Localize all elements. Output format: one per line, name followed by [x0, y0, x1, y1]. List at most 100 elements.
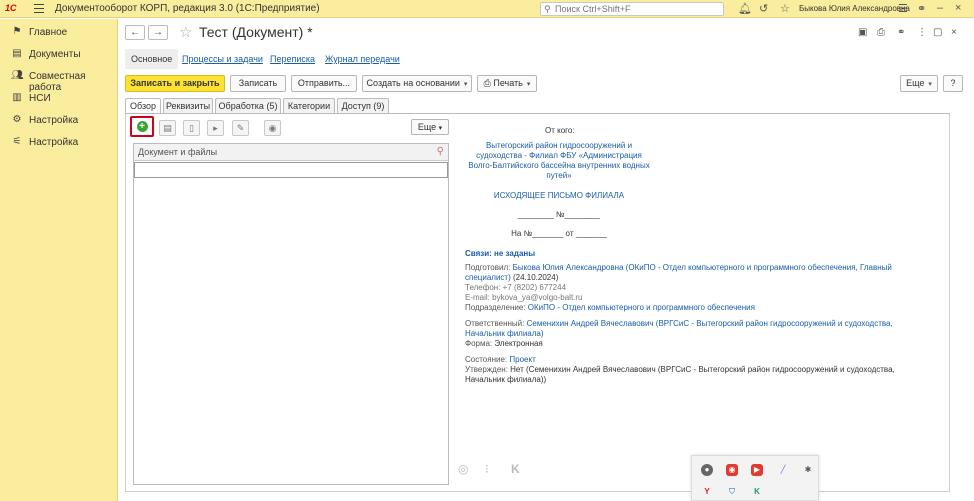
back-button[interactable]: ←: [125, 25, 145, 40]
from-label: От кого:: [545, 126, 575, 135]
plus-icon: +: [136, 121, 148, 132]
template-button[interactable]: ▯: [183, 120, 200, 136]
tab-access[interactable]: Доступ (9): [337, 98, 389, 113]
email: E-mail: bykova_ya@volgo-balt.ru: [465, 293, 583, 302]
sidebar-item-collaboration[interactable]: 👥︎ Совместная работа: [0, 66, 118, 93]
edit-file-button[interactable]: ✎: [232, 120, 249, 136]
tray-pen-icon[interactable]: ╱: [777, 464, 789, 476]
links-title: Связи: не заданы: [465, 249, 536, 258]
settings-menu-icon[interactable]: ☰: [898, 2, 908, 15]
state-value[interactable]: Проект: [509, 355, 535, 364]
more-label: Еще: [906, 78, 925, 88]
department-value[interactable]: ОКиПО - Отдел компьютерного и программно…: [528, 303, 755, 312]
prepared-label: Подготовил:: [465, 263, 511, 272]
tray-k-icon[interactable]: K: [751, 486, 763, 498]
files-more-button[interactable]: Еще ▾: [411, 119, 449, 135]
sidebar-item-settings-2[interactable]: ⚟ Настройка: [0, 132, 118, 152]
search-input[interactable]: [555, 3, 721, 15]
prepared-date: (24.10.2024): [512, 273, 559, 282]
bell-icon[interactable]: 🔔︎: [738, 2, 752, 15]
responsible-value[interactable]: Семенихин Андрей Вячеславович (ВРГСиС - …: [527, 319, 893, 328]
tab-correspondence[interactable]: Переписка: [264, 49, 321, 69]
main-area: ← → ☆ Тест (Документ) * ▣ ⎙ ⚭ ⋮ ▢ × Осно…: [119, 19, 974, 501]
reply-line: На №_______ от _______: [511, 229, 607, 238]
table-row[interactable]: [134, 162, 448, 178]
search-box[interactable]: ⚲: [540, 2, 724, 16]
tray-yandex-icon[interactable]: Y: [701, 486, 713, 498]
sidebar-item-label: Главное: [29, 27, 68, 38]
user-name[interactable]: Быкова Юлия Александровна: [799, 4, 910, 13]
sign-button[interactable]: ◉: [264, 120, 281, 136]
more-vertical-icon[interactable]: ⋮: [917, 27, 927, 38]
save-and-close-button[interactable]: Записать и закрыть: [125, 75, 225, 92]
sidebar: ⚑ Главное ▤ Документы 👥︎ Совместная рабо…: [0, 19, 118, 501]
history-icon[interactable]: ↺: [759, 2, 768, 15]
tray-record-icon[interactable]: ◉: [726, 464, 738, 476]
department-row: Подразделение: ОКиПО - Отдел компьютерно…: [465, 303, 755, 313]
send-button[interactable]: Отправить...: [291, 75, 357, 92]
top-bar: 1С Документооборот КОРП, редакция 3.0 (1…: [0, 0, 974, 18]
open-file-button[interactable]: ▸: [207, 120, 224, 136]
add-file-button[interactable]: +: [130, 116, 154, 137]
sidebar-item-main[interactable]: ⚑ Главное: [0, 22, 118, 42]
minimize-icon[interactable]: –: [937, 2, 943, 14]
maximize-icon[interactable]: ▢: [933, 27, 942, 38]
form-label: Форма:: [465, 339, 493, 348]
search-icon: ⚲: [544, 4, 551, 14]
tab-processing[interactable]: Обработка (5): [215, 98, 281, 113]
more-button[interactable]: Еще ▾: [900, 75, 938, 92]
documents-icon: ▤: [12, 48, 22, 59]
sidebar-item-documents[interactable]: ▤ Документы: [0, 44, 118, 64]
scan-button[interactable]: ▤: [159, 120, 176, 136]
settings-circle-icon[interactable]: ◎: [458, 462, 468, 476]
link-icon[interactable]: ⚭: [917, 2, 926, 15]
tab-overview[interactable]: Обзор: [125, 98, 161, 113]
responsible-row: Ответственный: Семенихин Андрей Вячеслав…: [465, 319, 920, 329]
column-header: Документ и файлы: [138, 147, 218, 157]
letter-type: ИСХОДЯЩЕЕ ПИСЬМО ФИЛИАЛА: [493, 191, 625, 200]
favorite-star-icon[interactable]: ☆: [179, 23, 192, 41]
department-label: Подразделение:: [465, 303, 526, 312]
sidebar-item-settings[interactable]: ⚙ Настройка: [0, 110, 118, 130]
prepared-value-2[interactable]: специалист): [465, 273, 511, 282]
org-line-4: путей»: [546, 171, 572, 180]
create-based-button[interactable]: Создать на основании ▾: [362, 75, 472, 92]
link-icon[interactable]: ⚭: [897, 27, 905, 38]
signature-icon: ◉: [268, 123, 277, 133]
table-header: Документ и файлы ⚲: [134, 144, 448, 161]
print-icon[interactable]: ⎙: [877, 27, 885, 38]
close-icon[interactable]: ×: [951, 27, 957, 38]
sidebar-item-nsi[interactable]: ▥ НСИ: [0, 88, 118, 108]
tab-transfer-log[interactable]: Журнал передачи: [319, 49, 406, 69]
filter-icon[interactable]: ⚲: [437, 146, 444, 157]
print-button[interactable]: ⎙ Печать ▾: [477, 75, 537, 92]
save-button[interactable]: Записать: [230, 75, 286, 92]
tray-app-icon[interactable]: ●: [701, 464, 713, 476]
flag-icon: ⚑: [12, 26, 22, 37]
star-icon[interactable]: ☆: [780, 2, 790, 15]
close-icon[interactable]: ×: [955, 2, 961, 14]
save-icon[interactable]: ▣: [858, 27, 867, 38]
sliders-icon: ⚟: [12, 136, 22, 147]
tab-requisites[interactable]: Реквизиты: [163, 98, 213, 113]
tray-video-icon[interactable]: ▶: [751, 464, 763, 476]
sidebar-item-label: Настройка: [29, 137, 79, 148]
dots-icon[interactable]: ⁝: [485, 462, 489, 476]
prepared-value[interactable]: Быкова Юлия Александровна (ОКиПО - Отдел…: [513, 263, 892, 272]
responsible-value-2[interactable]: Начальник филиала): [465, 329, 544, 339]
tray-bee-icon[interactable]: ✱: [802, 464, 814, 476]
help-button[interactable]: ?: [943, 75, 963, 92]
form-row: Форма: Электронная: [465, 339, 543, 349]
tab-categories[interactable]: Категории: [283, 98, 335, 113]
file-icon: ▯: [189, 123, 194, 133]
people-icon: 👥︎: [11, 70, 24, 81]
menu-icon[interactable]: [34, 4, 44, 13]
scanner-icon: ▤: [163, 123, 172, 133]
approved-value-2: Начальник филиала)): [465, 375, 547, 384]
prepared-row: Подготовил: Быкова Юлия Александровна (О…: [465, 263, 920, 273]
tab-main[interactable]: Основное: [125, 49, 179, 69]
forward-button[interactable]: →: [148, 25, 168, 40]
tab-processes[interactable]: Процессы и задачи: [176, 49, 269, 69]
tray-shield-icon[interactable]: ⛉: [726, 486, 738, 498]
state-label: Состояние:: [465, 355, 508, 364]
